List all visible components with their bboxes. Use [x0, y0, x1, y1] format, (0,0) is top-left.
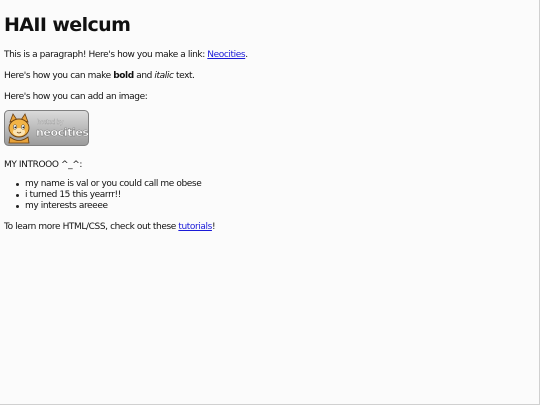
- page-title: HAII welcum: [4, 14, 131, 36]
- paragraph-end: .: [245, 50, 248, 60]
- bold-text: bold: [113, 71, 134, 81]
- list-item: i turned 15 this yearrr!!: [16, 190, 539, 201]
- paragraph-end: text.: [173, 71, 195, 81]
- paragraph-link: This is a paragraph! Here's how you make…: [4, 49, 539, 61]
- paragraph-footer: To learn more HTML/CSS, check out these …: [4, 221, 539, 233]
- paragraph-text: To learn more HTML/CSS, check out these: [4, 222, 179, 232]
- paragraph-text: Here's how you can make: [4, 71, 114, 81]
- badge-line2: neocities: [36, 126, 89, 139]
- paragraph-formatting: Here's how you can make bold and italic …: [4, 70, 539, 82]
- intro-heading: MY INTROOO ^_^:: [4, 160, 82, 170]
- paragraph-image: Here's how you can add an image:: [4, 92, 148, 102]
- page: HAII welcum This is a paragraph! Here's …: [0, 0, 539, 233]
- intro-list: my name is val or you could call me obes…: [4, 179, 539, 212]
- italic-text: italic: [154, 71, 174, 81]
- paragraph-mid: and: [133, 71, 155, 81]
- tutorials-link[interactable]: tutorials: [178, 222, 212, 232]
- list-item: my interests areeee: [16, 201, 539, 212]
- paragraph-end: !: [211, 222, 216, 232]
- neocities-link[interactable]: Neocities: [207, 50, 245, 60]
- list-item: my name is val or you could call me obes…: [16, 179, 539, 190]
- paragraph-text: This is a paragraph! Here's how you make…: [4, 50, 208, 60]
- badge-line1: hosted by: [37, 119, 64, 126]
- neocities-badge-image: hosted by neocities: [4, 110, 89, 146]
- neocities-badge[interactable]: hosted by neocities: [4, 110, 89, 146]
